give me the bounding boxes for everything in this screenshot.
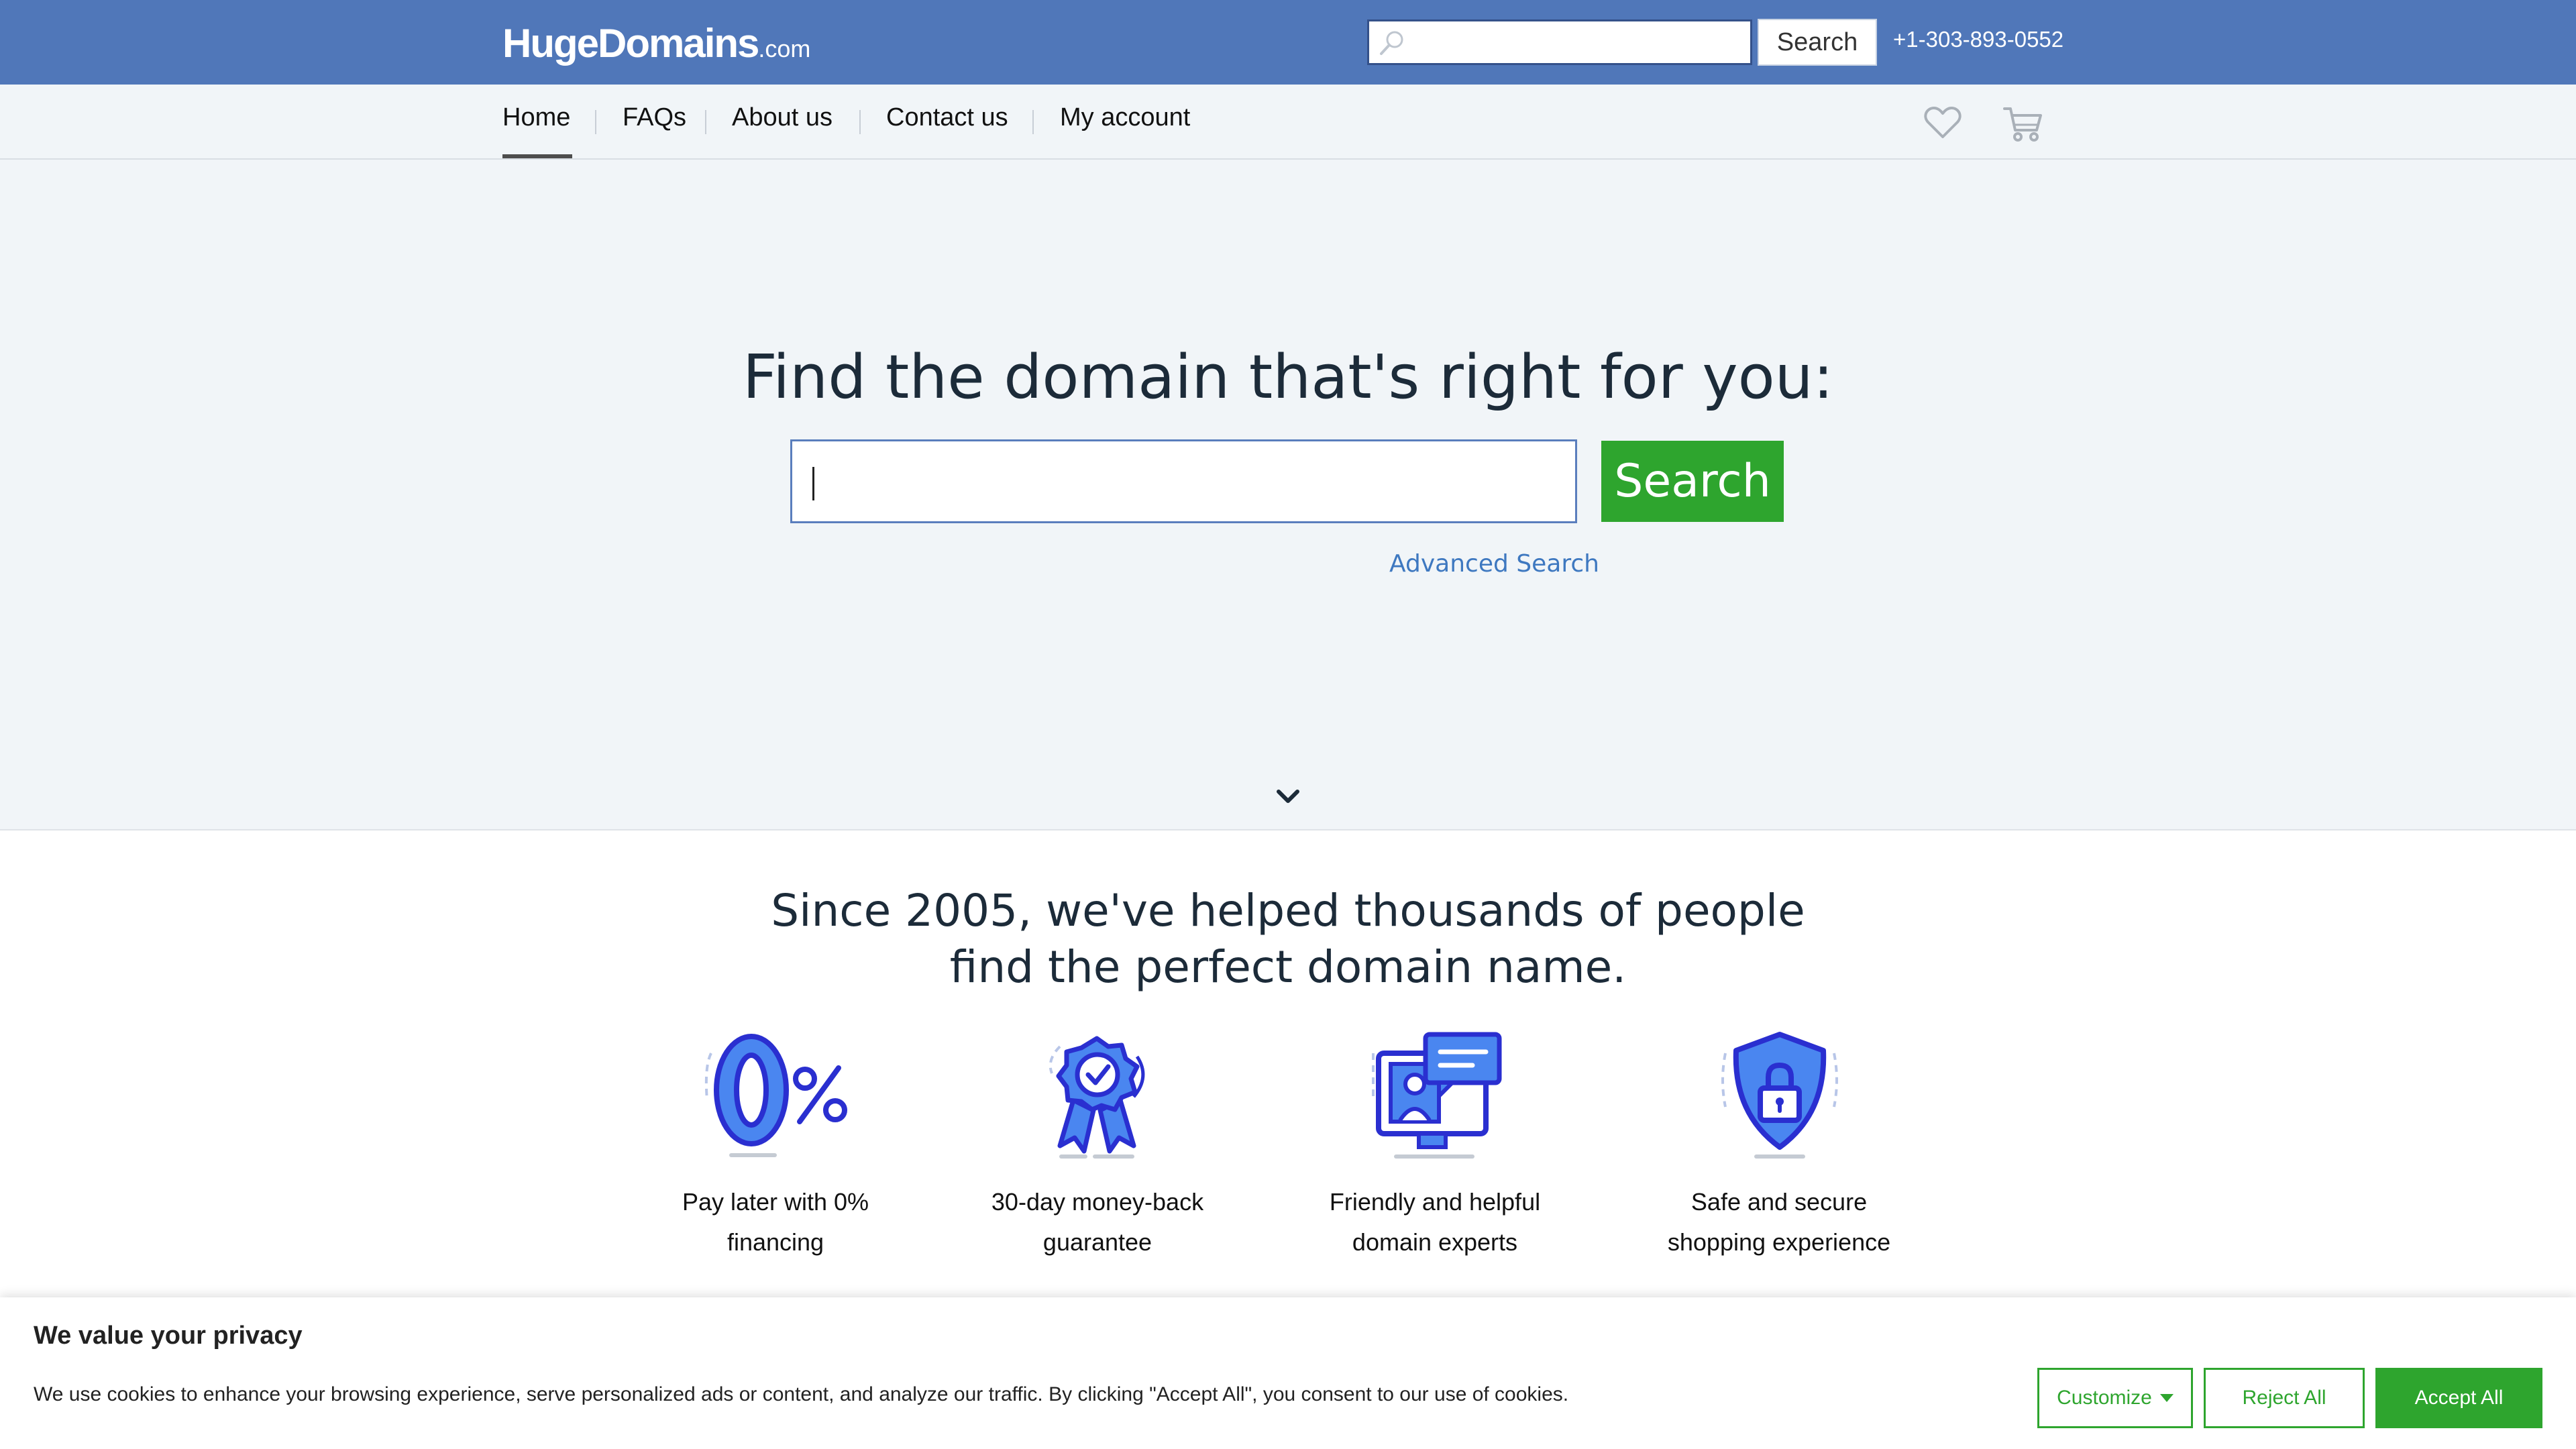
nav-item-my-account[interactable]: My account bbox=[1060, 103, 1190, 132]
zero-percent-icon bbox=[704, 1034, 847, 1157]
support-chat-icon bbox=[1372, 1032, 1502, 1159]
domain-search-input[interactable] bbox=[790, 439, 1577, 523]
hero-title: Find the domain that's right for you: bbox=[742, 342, 1834, 413]
benefit-line: shopping experience bbox=[1667, 1228, 1891, 1256]
active-tab-indicator bbox=[502, 154, 572, 158]
cookie-title: We value your privacy bbox=[34, 1322, 303, 1350]
benefit-line: Pay later with 0% bbox=[682, 1188, 869, 1216]
benefits-heading-line-2: find the perfect domain name. bbox=[949, 941, 1627, 993]
site-logo[interactable]: HugeDomains.com bbox=[502, 20, 810, 67]
shield-lock-icon bbox=[1721, 1032, 1838, 1159]
header-search-button[interactable]: Search bbox=[1758, 19, 1877, 66]
heart-icon[interactable] bbox=[1924, 106, 1962, 140]
benefit-line: domain experts bbox=[1352, 1228, 1518, 1256]
header-search-input[interactable] bbox=[1367, 19, 1752, 65]
nav-divider bbox=[705, 110, 706, 134]
benefit-line: Safe and secure bbox=[1690, 1188, 1868, 1216]
main-nav: Home FAQs About us Contact us My account bbox=[0, 85, 2576, 160]
text-cursor bbox=[812, 467, 814, 500]
benefit-line: financing bbox=[727, 1228, 824, 1256]
nav-item-home[interactable]: Home bbox=[502, 103, 570, 132]
benefit-money-back: 30-day money-back guarantee bbox=[957, 1182, 1238, 1263]
benefits-heading: Since 2005, we've helped thousands of pe… bbox=[0, 883, 2576, 996]
cart-icon[interactable] bbox=[2003, 106, 2043, 142]
customize-button[interactable]: Customize bbox=[2037, 1368, 2193, 1428]
customize-label: Customize bbox=[2057, 1387, 2152, 1409]
nav-item-faqs[interactable]: FAQs bbox=[623, 103, 686, 132]
advanced-search-link[interactable]: Advanced Search bbox=[1389, 550, 1599, 578]
domain-search-button[interactable]: Search bbox=[1601, 441, 1784, 522]
logo-main-text: HugeDomains bbox=[502, 21, 759, 66]
benefit-secure-shopping: Safe and secure shopping experience bbox=[1638, 1182, 1920, 1263]
phone-number[interactable]: +1-303-893-0552 bbox=[1893, 27, 2063, 52]
benefit-line: guarantee bbox=[1042, 1228, 1152, 1256]
search-icon bbox=[1380, 31, 1403, 55]
nav-item-about-us[interactable]: About us bbox=[732, 103, 833, 132]
caret-down-icon bbox=[2159, 1394, 2174, 1402]
chevron-down-icon[interactable] bbox=[1275, 788, 1301, 806]
nav-divider bbox=[595, 110, 596, 134]
benefit-line: 30-day money-back bbox=[991, 1188, 1204, 1216]
award-ribbon-icon bbox=[1049, 1036, 1145, 1159]
cookie-description: We use cookies to enhance your browsing … bbox=[34, 1383, 1569, 1405]
benefit-line: Friendly and helpful bbox=[1329, 1188, 1541, 1216]
nav-divider bbox=[1032, 110, 1034, 134]
benefits-heading-line-1: Since 2005, we've helped thousands of pe… bbox=[771, 885, 1805, 936]
logo-tld-text: .com bbox=[758, 35, 811, 62]
cookie-consent-banner: We value your privacy We use cookies to … bbox=[0, 1297, 2576, 1449]
top-header-bar: HugeDomains.com Search +1-303-893-0552 bbox=[0, 0, 2576, 85]
accept-all-button[interactable]: Accept All bbox=[2375, 1368, 2542, 1428]
reject-all-button[interactable]: Reject All bbox=[2204, 1368, 2365, 1428]
nav-divider bbox=[859, 110, 861, 134]
benefit-experts: Friendly and helpful domain experts bbox=[1294, 1182, 1576, 1263]
nav-item-contact-us[interactable]: Contact us bbox=[886, 103, 1008, 132]
benefit-financing: Pay later with 0% financing bbox=[635, 1182, 916, 1263]
